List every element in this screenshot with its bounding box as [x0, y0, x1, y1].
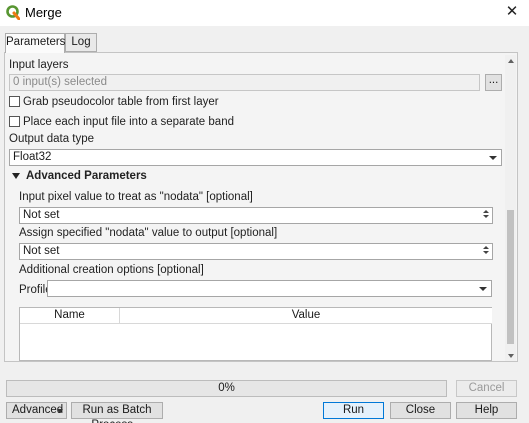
output-data-type-value: Float32 [13, 151, 52, 163]
nodata-output-spinbox[interactable]: Not set [19, 243, 493, 260]
name-column-header[interactable]: Name [20, 308, 120, 324]
input-layers-label: Input layers [9, 59, 69, 71]
dropdown-arrow-icon [57, 409, 63, 413]
help-button[interactable]: Help [456, 402, 517, 419]
nodata-input-label: Input pixel value to treat as "nodata" [… [19, 191, 253, 203]
value-column-header[interactable]: Value [120, 308, 492, 324]
scroll-up-icon[interactable] [505, 55, 516, 66]
chevron-down-icon [489, 156, 497, 160]
close-button[interactable]: Close [390, 402, 451, 419]
chevron-down-icon [479, 287, 487, 291]
scroll-thumb[interactable] [507, 210, 514, 344]
separate-band-checkbox[interactable] [9, 116, 20, 127]
qgis-logo-icon [6, 5, 20, 20]
scroll-down-icon[interactable] [505, 350, 516, 361]
run-batch-button[interactable]: Run as Batch Process... [71, 402, 163, 423]
close-window-icon[interactable]: ✕ [502, 3, 522, 21]
nodata-input-spinbox[interactable]: Not set [19, 207, 493, 224]
profile-select[interactable] [47, 280, 492, 297]
creation-options-label: Additional creation options [optional] [19, 264, 204, 276]
separate-band-label: Place each input file into a separate ba… [23, 116, 234, 128]
grab-pseudocolor-label: Grab pseudocolor table from first layer [23, 96, 219, 108]
advanced-button[interactable]: Advanced [6, 402, 67, 419]
advanced-button-label: Advanced [12, 404, 64, 416]
tab-log[interactable]: Log [65, 33, 97, 52]
nodata-input-value: Not set [23, 209, 60, 221]
input-layers-field[interactable]: 0 input(s) selected [9, 74, 480, 91]
advanced-parameters-header[interactable]: Advanced Parameters [26, 170, 147, 182]
creation-options-table[interactable]: Name Value [19, 307, 492, 361]
collapse-arrow-icon[interactable] [12, 173, 20, 179]
run-button[interactable]: Run [323, 402, 384, 419]
spinner-arrows-icon[interactable] [481, 245, 491, 258]
nodata-output-label: Assign specified "nodata" value to outpu… [19, 227, 278, 239]
output-data-type-label: Output data type [9, 133, 95, 145]
tab-parameters[interactable]: Parameters [5, 33, 65, 53]
output-data-type-select[interactable]: Float32 [9, 149, 502, 166]
browse-layers-button[interactable]: ... [485, 74, 502, 91]
cancel-button[interactable]: Cancel [456, 380, 517, 397]
title-bar [0, 0, 529, 26]
grab-pseudocolor-checkbox[interactable] [9, 96, 20, 107]
panel-scrollbar[interactable] [505, 55, 516, 361]
progress-text: 0% [218, 382, 235, 394]
window-title: Merge [25, 5, 62, 20]
nodata-output-value: Not set [23, 245, 60, 257]
progress-bar: 0% [6, 380, 447, 397]
spinner-arrows-icon[interactable] [481, 209, 491, 222]
